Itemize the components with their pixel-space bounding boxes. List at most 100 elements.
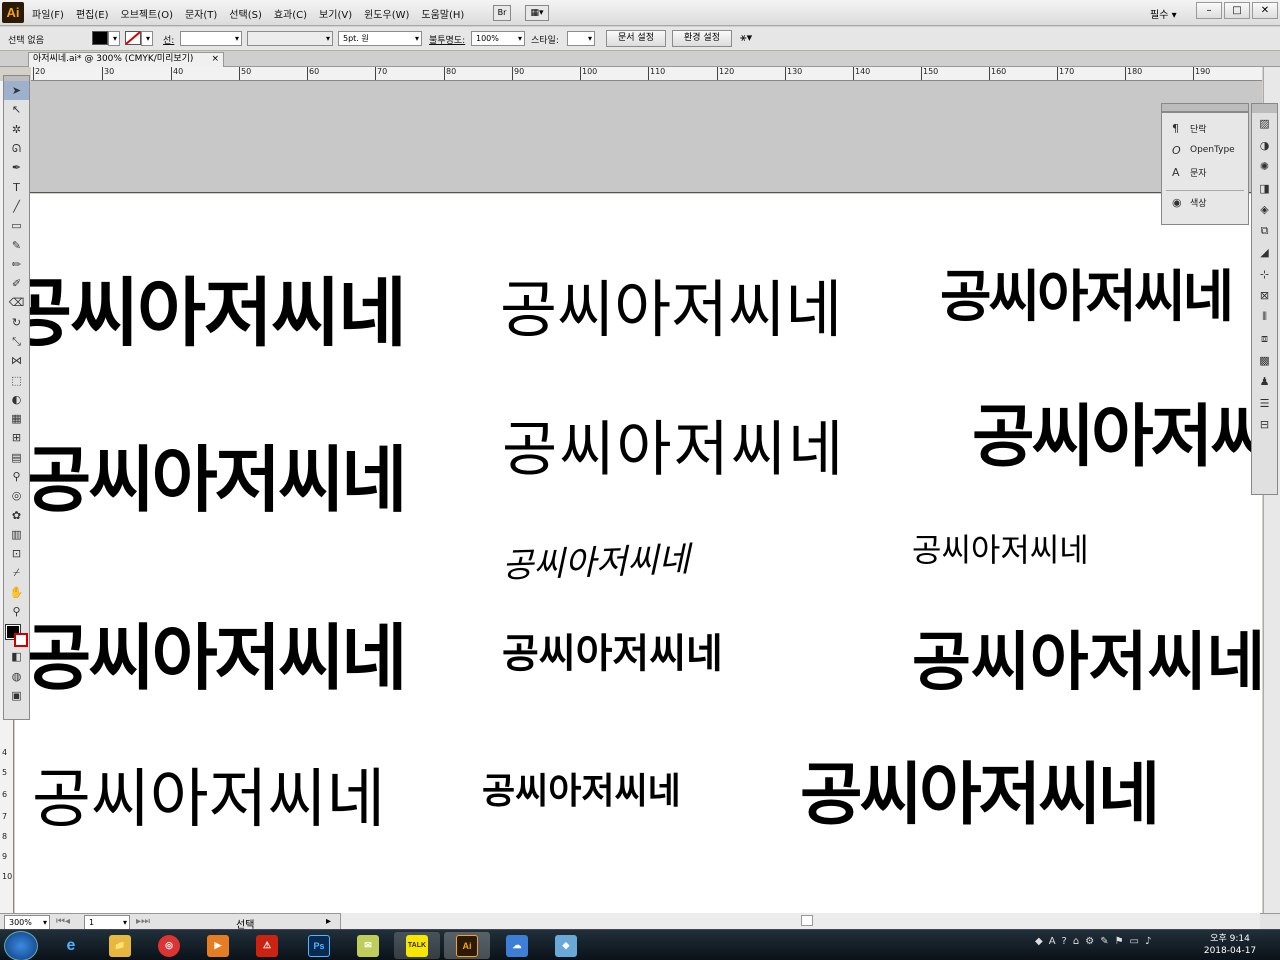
font-sample[interactable]: 공씨아저씨네 [15, 276, 407, 351]
font-sample[interactable]: 공씨아저씨네 [482, 774, 681, 810]
appearance-panel-icon[interactable]: ✺ [1252, 156, 1277, 178]
selection-tool-icon[interactable]: ➤ [4, 81, 29, 101]
font-sample[interactable]: 공씨아저씨네 [25, 444, 407, 516]
page-field[interactable]: 1 [84, 915, 130, 930]
slice-tool-icon[interactable]: ⌿ [4, 563, 29, 582]
brushes-panel-icon[interactable]: ♟ [1252, 371, 1277, 393]
direct-selection-tool-icon[interactable]: ↖ [4, 100, 29, 119]
pen-icon[interactable]: ✎ [1100, 936, 1108, 947]
line-tool-icon[interactable]: ╱ [4, 197, 29, 216]
free-transform-tool-icon[interactable]: ⬚ [4, 370, 29, 389]
swatches-panel-icon[interactable]: ▩ [1252, 350, 1277, 372]
transform-panel-icon[interactable]: ⊹ [1252, 264, 1277, 286]
close-button[interactable]: ✕ [1252, 2, 1278, 19]
blend-tool-icon[interactable]: ◎ [4, 486, 29, 505]
layers-panel-icon[interactable]: ◈ [1252, 199, 1277, 221]
pencil-tool-icon[interactable]: ✏ [4, 255, 29, 274]
network-icon[interactable]: ◆ [1035, 936, 1043, 947]
preferences-button[interactable]: 환경 설정 [672, 30, 732, 47]
artboard-tool-icon[interactable]: ⊡ [4, 544, 29, 563]
start-button[interactable] [4, 931, 38, 960]
font-sample[interactable]: 공씨아저씨네 [32, 768, 385, 832]
paragraph-panel-tab[interactable]: ¶ 단락 [1162, 117, 1248, 139]
taskbar-ie[interactable]: e [48, 932, 94, 959]
font-sample[interactable]: 공씨아저씨네 [972, 404, 1262, 472]
graphic-styles-panel-icon[interactable]: ◨ [1252, 178, 1277, 200]
opacity-label[interactable]: 불투명도: [429, 33, 465, 46]
zoom-tool-icon[interactable]: ⚲ [4, 602, 29, 621]
stroke-dropdown[interactable] [141, 31, 153, 46]
transparency-panel-icon[interactable]: ◑ [1252, 135, 1277, 157]
panel-grip[interactable] [1252, 104, 1277, 113]
zoom-dropdown[interactable]: 300% [4, 915, 50, 930]
lasso-tool-icon[interactable]: ᘏ [4, 139, 29, 158]
mesh-tool-icon[interactable]: ⊞ [4, 428, 29, 447]
taskbar-cloud[interactable]: ☁ [494, 932, 540, 959]
flag-icon[interactable]: ⚑ [1115, 936, 1124, 947]
eyedropper-tool-icon[interactable]: ⚲ [4, 467, 29, 486]
pathfinder-panel-icon[interactable]: ⊠ [1252, 285, 1277, 307]
font-sample[interactable]: 공씨아저씨네 [25, 622, 407, 694]
menu-window[interactable]: 윈도우(W) [364, 6, 409, 21]
menu-select[interactable]: 선택(S) [229, 6, 262, 21]
align-panel-icon[interactable]: ⫴ [1252, 307, 1277, 329]
menu-file[interactable]: 파일(F) [32, 6, 64, 21]
opentype-panel-tab[interactable]: O OpenType [1162, 139, 1248, 161]
hand-tool-icon[interactable]: ✋ [4, 583, 29, 602]
volume-icon[interactable]: ♪ [1145, 936, 1151, 947]
links-panel-icon[interactable]: ⊟ [1252, 414, 1277, 436]
screen-mode-icon[interactable]: ▣ [4, 686, 29, 705]
taskbar-media[interactable]: ▶ [195, 932, 241, 959]
artboards-panel-icon[interactable]: ⧉ [1252, 221, 1277, 243]
gradient-panel-icon[interactable]: ▨ [1252, 113, 1277, 135]
stroke-weight-field[interactable] [180, 31, 242, 46]
minimize-button[interactable]: – [1196, 2, 1222, 19]
eraser-tool-icon[interactable]: ⌫ [4, 293, 29, 312]
stroke-color-swatch[interactable] [13, 633, 28, 648]
menu-view[interactable]: 보기(V) [319, 6, 352, 21]
menu-type[interactable]: 문자(T) [185, 6, 217, 21]
fill-dropdown[interactable] [108, 31, 120, 46]
bridge-button[interactable]: Br [493, 5, 511, 21]
artboard[interactable]: 공씨아저씨네 공씨아저씨네 공씨아저씨네 공씨아저씨네 공씨아저씨네 공씨아저씨… [15, 194, 1262, 913]
blob-brush-tool-icon[interactable]: ✐ [4, 274, 29, 293]
stroke-swatch[interactable] [125, 31, 141, 45]
stroke-panel-icon[interactable]: ◢ [1252, 242, 1277, 264]
panel-group-header[interactable] [1161, 103, 1249, 112]
font-sample[interactable]: 공씨아저씨네 [502, 420, 845, 480]
taskbar-explorer[interactable]: 📁 [97, 932, 143, 959]
variable-width-dropdown[interactable] [247, 31, 333, 46]
arrange-panel-icon[interactable]: ⧈ [1252, 328, 1277, 350]
menu-object[interactable]: 오브젝트(O) [121, 6, 173, 21]
character-panel-tab[interactable]: A 문자 [1162, 161, 1248, 183]
gradient-tool-icon[interactable]: ▤ [4, 448, 29, 467]
taskbar-chrome[interactable]: ◎ [146, 932, 192, 959]
horizontal-scrollbar[interactable] [340, 913, 1260, 929]
document-tab[interactable]: 아저씨네.ai* @ 300% (CMYK/미리보기) × [28, 52, 224, 67]
help-icon[interactable]: ? [1062, 936, 1067, 947]
brush-dropdown[interactable]: 5pt. 원 [338, 31, 422, 46]
pasteboard[interactable] [15, 81, 1262, 193]
arrange-documents-button[interactable]: ▦▾ [525, 5, 549, 21]
app-logo[interactable]: Ai [2, 2, 24, 23]
taskbar-illustrator[interactable]: Ai [444, 932, 490, 959]
rotate-tool-icon[interactable]: ↻ [4, 313, 29, 332]
tab-close-icon[interactable]: × [211, 53, 219, 66]
font-sample[interactable]: 공씨아저씨네 [502, 634, 723, 674]
rectangle-tool-icon[interactable]: ▭ [4, 216, 29, 235]
horizontal-ruler[interactable]: 20 30 40 50 60 70 80 90 100 110 120 130 … [31, 67, 1262, 81]
font-sample[interactable]: 공씨아저씨네 [912, 534, 1089, 566]
workspace-switcher[interactable]: 필수 ▾ [1150, 6, 1177, 21]
first-page-icon[interactable]: ⏮◂ [56, 916, 70, 927]
font-icon[interactable]: A [1049, 936, 1056, 947]
column-graph-tool-icon[interactable]: ▥ [4, 525, 29, 544]
symbol-sprayer-tool-icon[interactable]: ✿ [4, 506, 29, 525]
color-mode-icon[interactable]: ◧ [4, 647, 29, 666]
last-page-icon[interactable]: ▸⏭ [136, 916, 150, 927]
clock[interactable]: 오후 9:14 2018-04-17 [1200, 933, 1260, 957]
draw-mode-icon[interactable]: ◍ [4, 667, 29, 686]
style-dropdown[interactable] [567, 31, 595, 46]
scroll-thumb[interactable] [801, 915, 813, 926]
arrange-icon[interactable]: ⚹▾ [740, 31, 752, 45]
taskbar-photoshop[interactable]: Ps [296, 932, 342, 959]
